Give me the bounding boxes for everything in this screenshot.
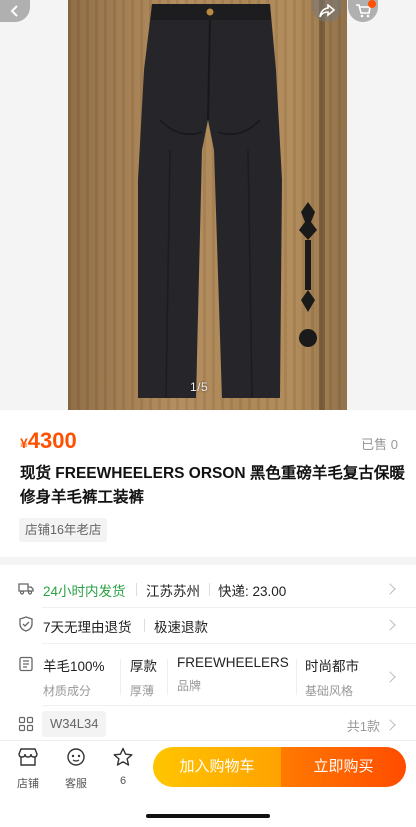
attr-brand: FREEWHEELERS 品牌: [177, 655, 289, 694]
separator: [167, 659, 168, 695]
wool-pants-image: [138, 4, 282, 398]
door-handle-image: [299, 202, 317, 347]
separator: [136, 583, 137, 596]
row-divider: [42, 643, 416, 644]
sku-count: 共1款: [346, 719, 380, 734]
back-button[interactable]: [0, 0, 30, 22]
gallery-pager: 1/5: [190, 380, 209, 394]
sold-count: 已售 0: [361, 437, 398, 452]
buy-now-button[interactable]: 立即购买: [281, 747, 406, 787]
truck-icon: [18, 583, 34, 595]
ship-origin: 江苏苏州: [146, 584, 200, 599]
attr-material: 羊毛100% 材质成分: [43, 655, 105, 699]
shop-button[interactable]: 店铺: [8, 747, 48, 791]
chat-icon: [67, 748, 85, 766]
share-icon: [319, 4, 335, 18]
separator: [209, 583, 210, 596]
shield-check-icon: [19, 616, 33, 632]
sku-row[interactable]: W34L34 共1款: [0, 711, 416, 737]
grid-icon: [18, 716, 34, 732]
shipping-row[interactable]: 24小时内发货 江苏苏州 快递: 23.00: [0, 578, 416, 600]
product-photo: [68, 0, 347, 410]
price: ¥4300: [20, 428, 77, 453]
section-divider: [0, 557, 416, 565]
price-row: ¥4300 已售 0: [20, 428, 400, 456]
customer-service-button[interactable]: 客服: [56, 747, 96, 791]
row-divider: [42, 705, 416, 706]
home-indicator: [146, 814, 270, 818]
cart-badge: [368, 0, 376, 8]
chevron-right-icon: [384, 671, 396, 683]
service-row[interactable]: 7天无理由退货 极速退款: [0, 614, 416, 636]
chevron-left-icon: [10, 5, 18, 17]
attr-key: 品牌: [177, 679, 202, 693]
ship-fee: 快递: 23.00: [218, 584, 287, 599]
attr-key: 基础风格: [305, 684, 354, 698]
separator: [296, 659, 297, 695]
list-icon: [19, 656, 33, 672]
chevron-right-icon: [384, 619, 396, 631]
attr-value: FREEWHEELERS: [177, 655, 289, 670]
attr-key: 厚薄: [130, 684, 155, 698]
service-label: 客服: [65, 778, 87, 790]
ship-time: 24小时内发货: [43, 584, 126, 599]
product-title[interactable]: 现货 FREEWHEELERS ORSON 黑色重磅羊毛复古保暖修身羊毛裤工装裤: [20, 462, 405, 510]
attr-style: 时尚都市 基础风格: [305, 655, 359, 699]
add-to-cart-button[interactable]: 加入购物车: [153, 747, 281, 787]
refund-policy: 极速退款: [154, 620, 208, 635]
attr-value: 羊毛100%: [43, 659, 105, 674]
currency-symbol: ¥: [20, 435, 28, 451]
separator: [144, 619, 145, 632]
separator: [120, 659, 121, 695]
favorite-button[interactable]: 6: [103, 747, 143, 787]
favorite-count: 6: [119, 775, 127, 787]
attributes-row[interactable]: 羊毛100% 材质成分 厚款 厚薄 FREEWHEELERS 品牌 时尚都市 基…: [0, 655, 416, 699]
attr-value: 厚款: [130, 659, 157, 674]
price-value: 4300: [27, 428, 77, 453]
attr-key: 材质成分: [43, 684, 92, 698]
chevron-right-icon: [384, 719, 396, 731]
chevron-right-icon: [384, 583, 396, 595]
attr-value: 时尚都市: [305, 659, 359, 674]
shop-age-badge[interactable]: 店铺16年老店: [19, 518, 108, 542]
return-policy: 7天无理由退货: [43, 620, 132, 635]
shop-label: 店铺: [17, 778, 39, 790]
product-gallery[interactable]: 1/5: [0, 0, 416, 410]
star-icon: [113, 747, 133, 766]
store-icon: [18, 748, 38, 766]
row-divider: [42, 607, 416, 608]
sku-option[interactable]: W34L34: [42, 711, 107, 737]
attr-thickness: 厚款 厚薄: [130, 655, 157, 699]
